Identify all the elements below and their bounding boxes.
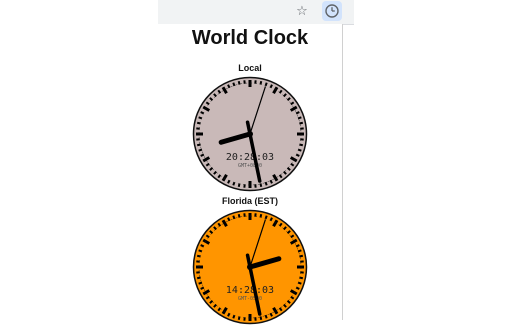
clock-face-florida: 14:28:03 GMT-0500 (192, 209, 308, 325)
minute-tick (266, 182, 267, 185)
minute-tick (271, 180, 272, 183)
minute-tick (299, 256, 302, 257)
minute-tick (296, 245, 299, 246)
bookmark-star-icon[interactable]: ☆ (295, 2, 309, 20)
popup-title: World Clock (158, 27, 342, 50)
digital-time-florida: 14:28:03 (226, 285, 274, 296)
minute-tick (271, 313, 272, 316)
clock-label-local: Local (158, 63, 342, 73)
world-clock-popup: World Clock Local 20:28:03 GMT+0800 Flor… (158, 24, 343, 320)
minute-tick (199, 283, 202, 284)
minute-tick (239, 214, 240, 217)
minute-tick (199, 150, 202, 151)
minute-tick (233, 216, 234, 219)
clock-center-pin (247, 131, 253, 137)
minute-tick (228, 218, 229, 221)
minute-tick (228, 85, 229, 88)
world-clock-extension-button[interactable] (322, 1, 342, 21)
minute-tick (299, 123, 302, 124)
minute-tick (239, 81, 240, 84)
clock-label-florida: Florida (EST) (158, 196, 342, 206)
clock-center-pin (247, 264, 253, 270)
clock-face-local: 20:28:03 GMT+0800 (192, 76, 308, 192)
minute-tick (260, 183, 261, 186)
minute-tick (233, 83, 234, 86)
browser-toolbar: ☆ (158, 0, 354, 25)
minute-tick (260, 316, 261, 319)
minute-tick (266, 315, 267, 318)
minute-tick (197, 144, 200, 145)
minute-tick (296, 112, 299, 113)
minute-tick (298, 117, 301, 118)
minute-tick (201, 288, 204, 289)
digital-time-local: 20:28:03 (226, 152, 274, 163)
minute-tick (197, 277, 200, 278)
minute-tick (298, 250, 301, 251)
clock-icon (322, 1, 342, 21)
address-bar[interactable]: ☆ (158, 0, 318, 22)
minute-tick (201, 155, 204, 156)
